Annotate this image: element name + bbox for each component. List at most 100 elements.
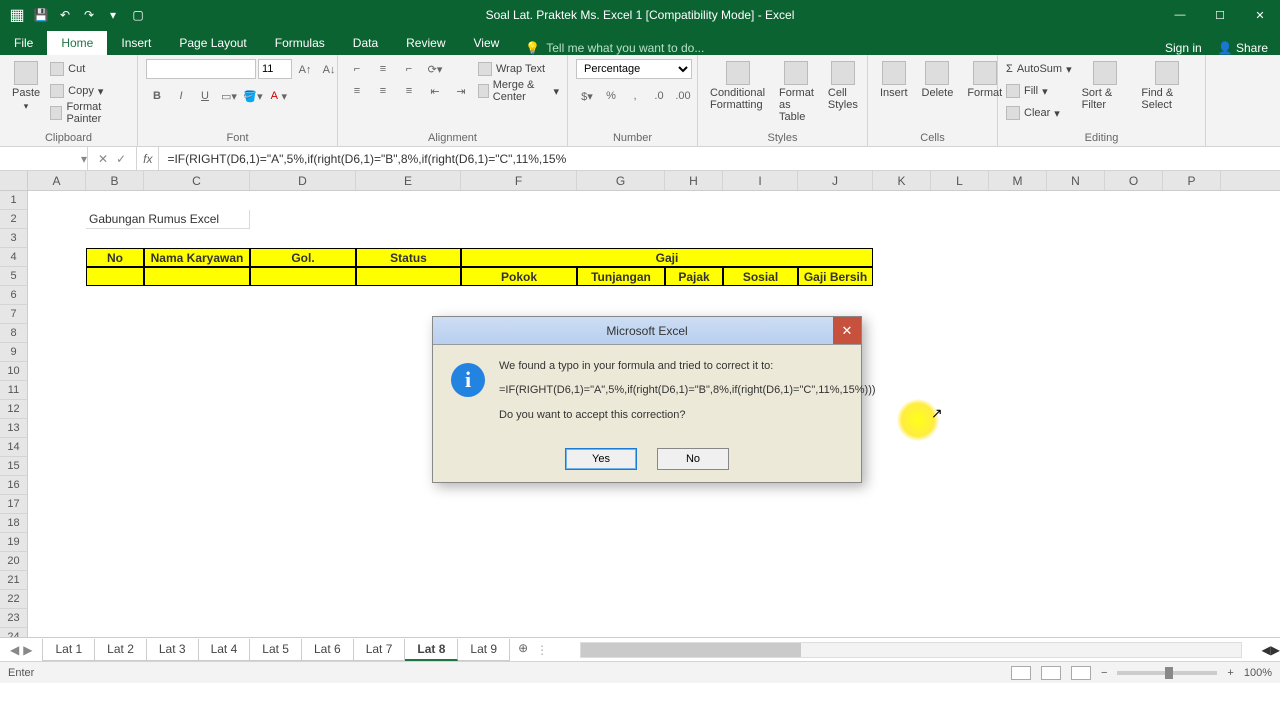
select-all-corner[interactable] bbox=[0, 171, 28, 190]
indent-inc-icon[interactable]: ⇥ bbox=[450, 80, 472, 102]
col-head[interactable]: M bbox=[989, 171, 1047, 190]
sheet-tab[interactable]: Lat 1 bbox=[42, 639, 95, 661]
row-head[interactable]: 6 bbox=[0, 286, 27, 305]
italic-button[interactable]: I bbox=[170, 85, 192, 107]
sheet-tab[interactable]: Lat 5 bbox=[250, 639, 302, 661]
cell[interactable]: Gaji Bersih bbox=[798, 267, 873, 286]
row-head[interactable]: 17 bbox=[0, 495, 27, 514]
page-layout-view-button[interactable] bbox=[1041, 666, 1061, 680]
align-top-icon[interactable]: ⌐ bbox=[346, 58, 368, 80]
yes-button[interactable]: Yes bbox=[565, 448, 637, 470]
row-head[interactable]: 5 bbox=[0, 267, 27, 286]
scroll-left-icon[interactable]: ◀ bbox=[1262, 643, 1271, 657]
comma-icon[interactable]: , bbox=[624, 85, 646, 107]
bold-button[interactable]: B bbox=[146, 85, 168, 107]
row-head[interactable]: 19 bbox=[0, 533, 27, 552]
wrap-text-button[interactable]: Wrap Text bbox=[478, 59, 559, 79]
tab-view[interactable]: View bbox=[460, 31, 514, 55]
col-head[interactable]: B bbox=[86, 171, 144, 190]
dec-dec-icon[interactable]: .00 bbox=[672, 85, 694, 107]
row-head[interactable]: 7 bbox=[0, 305, 27, 324]
tab-file[interactable]: File bbox=[0, 31, 47, 55]
tab-formulas[interactable]: Formulas bbox=[261, 31, 339, 55]
sheet-tab[interactable]: Lat 4 bbox=[199, 639, 251, 661]
align-center-icon[interactable]: ≡ bbox=[372, 80, 394, 102]
font-color-button[interactable]: A▾ bbox=[266, 85, 288, 107]
cell[interactable]: No bbox=[86, 248, 144, 267]
row-head[interactable]: 24 bbox=[0, 628, 27, 637]
col-head[interactable]: P bbox=[1163, 171, 1221, 190]
ribbon-opts-icon[interactable]: ▢ bbox=[122, 8, 154, 22]
redo-icon[interactable]: ↷ bbox=[80, 6, 98, 24]
page-break-view-button[interactable] bbox=[1071, 666, 1091, 680]
align-bot-icon[interactable]: ⌐ bbox=[398, 58, 420, 80]
zoom-level[interactable]: 100% bbox=[1244, 667, 1272, 679]
row-head[interactable]: 23 bbox=[0, 609, 27, 628]
row-head[interactable]: 20 bbox=[0, 552, 27, 571]
col-head[interactable]: A bbox=[28, 171, 86, 190]
row-head[interactable]: 4 bbox=[0, 248, 27, 267]
cell[interactable] bbox=[356, 267, 461, 286]
cell[interactable]: Nama Karyawan bbox=[144, 248, 250, 267]
row-head[interactable]: 18 bbox=[0, 514, 27, 533]
new-sheet-button[interactable]: ⊕ bbox=[510, 639, 536, 661]
format-table-button[interactable]: Format as Table bbox=[775, 59, 818, 125]
cell[interactable]: Sosial bbox=[723, 267, 798, 286]
sheet-tab[interactable]: Lat 9 bbox=[458, 639, 510, 661]
row-head[interactable]: 12 bbox=[0, 400, 27, 419]
row-head[interactable]: 2 bbox=[0, 210, 27, 229]
row-head[interactable]: 15 bbox=[0, 457, 27, 476]
minimize-button[interactable]: — bbox=[1160, 0, 1200, 30]
tab-home[interactable]: Home bbox=[47, 31, 107, 55]
cond-format-button[interactable]: Conditional Formatting bbox=[706, 59, 769, 113]
col-head[interactable]: F bbox=[461, 171, 577, 190]
col-head[interactable]: H bbox=[665, 171, 723, 190]
fx-icon[interactable]: fx bbox=[136, 147, 159, 170]
sheet-next-icon[interactable]: ▶ bbox=[23, 643, 32, 657]
row-head[interactable]: 13 bbox=[0, 419, 27, 438]
cut-button[interactable]: Cut bbox=[50, 59, 129, 79]
row-head[interactable]: 8 bbox=[0, 324, 27, 343]
undo-icon[interactable]: ↶ bbox=[56, 6, 74, 24]
currency-icon[interactable]: $▾ bbox=[576, 85, 598, 107]
share-button[interactable]: 👤 Share bbox=[1218, 41, 1268, 55]
cell[interactable]: Gol. bbox=[250, 248, 356, 267]
cell[interactable]: Tunjangan bbox=[577, 267, 665, 286]
autosum-button[interactable]: Σ AutoSum ▾ bbox=[1006, 59, 1072, 79]
col-head[interactable]: O bbox=[1105, 171, 1163, 190]
tell-me-field[interactable]: 💡Tell me what you want to do... bbox=[525, 41, 704, 55]
cell[interactable]: Pokok bbox=[461, 267, 577, 286]
cell[interactable]: Gaji bbox=[461, 248, 873, 267]
tab-page-layout[interactable]: Page Layout bbox=[165, 31, 260, 55]
grow-font-icon[interactable]: A↑ bbox=[294, 59, 316, 81]
sheet-tab[interactable]: Lat 2 bbox=[95, 639, 147, 661]
row-head[interactable]: 14 bbox=[0, 438, 27, 457]
inc-dec-icon[interactable]: .0 bbox=[648, 85, 670, 107]
tab-data[interactable]: Data bbox=[339, 31, 392, 55]
tab-insert[interactable]: Insert bbox=[107, 31, 165, 55]
row-head[interactable]: 11 bbox=[0, 381, 27, 400]
save-icon[interactable]: 💾 bbox=[32, 6, 50, 24]
font-size-select[interactable] bbox=[258, 59, 292, 79]
fill-color-button[interactable]: 🪣▾ bbox=[242, 85, 264, 107]
horizontal-scrollbar[interactable] bbox=[580, 642, 1241, 658]
sheet-prev-icon[interactable]: ◀ bbox=[10, 643, 19, 657]
col-head[interactable]: K bbox=[873, 171, 931, 190]
sort-filter-button[interactable]: Sort & Filter bbox=[1078, 59, 1132, 113]
insert-cells-button[interactable]: Insert bbox=[876, 59, 912, 101]
col-head[interactable]: L bbox=[931, 171, 989, 190]
shrink-font-icon[interactable]: A↓ bbox=[318, 59, 340, 81]
sheet-tab[interactable]: Lat 7 bbox=[354, 639, 406, 661]
sheet-tab[interactable]: Lat 3 bbox=[147, 639, 199, 661]
qat-dropdown-icon[interactable]: ▾ bbox=[104, 6, 122, 24]
row-head[interactable]: 3 bbox=[0, 229, 27, 248]
paste-button[interactable]: Paste▾ bbox=[8, 59, 44, 114]
cell[interactable]: Status bbox=[356, 248, 461, 267]
cell[interactable]: Gabungan Rumus Excel bbox=[86, 210, 250, 229]
cancel-formula-icon[interactable]: ✕ bbox=[98, 152, 108, 166]
sheet-tab[interactable]: Lat 8 bbox=[405, 639, 458, 661]
percent-icon[interactable]: % bbox=[600, 85, 622, 107]
col-head[interactable]: I bbox=[723, 171, 798, 190]
border-button[interactable]: ▭▾ bbox=[218, 85, 240, 107]
copy-button[interactable]: Copy ▾ bbox=[50, 81, 129, 101]
